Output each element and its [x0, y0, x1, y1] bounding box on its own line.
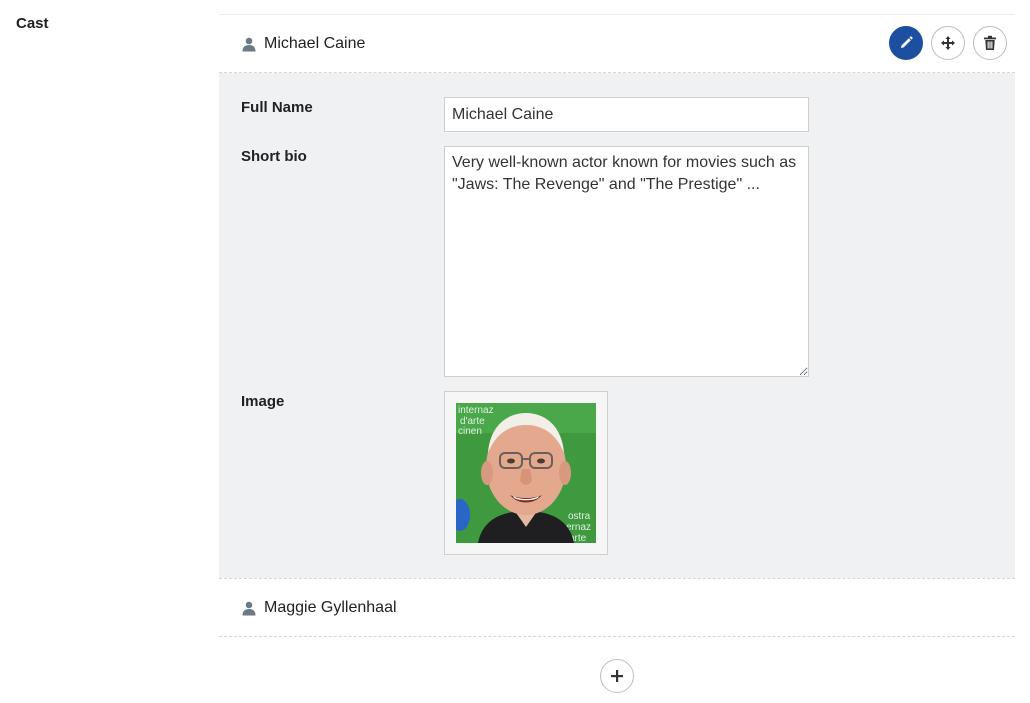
short-bio-label: Short bio: [241, 148, 307, 165]
add-cast-member-button[interactable]: [600, 659, 634, 693]
move-arrows-icon: [940, 35, 956, 51]
pencil-icon: [898, 35, 914, 51]
trash-icon: [983, 35, 997, 51]
cast-item-title: Michael Caine: [241, 35, 365, 53]
divider: [219, 636, 1015, 637]
person-icon: [241, 36, 257, 52]
cast-item-name: Maggie Gyllenhaal: [264, 598, 397, 616]
image-label: Image: [241, 393, 285, 410]
cast-section-label: Cast: [16, 15, 49, 32]
cast-item-header[interactable]: Michael Caine: [219, 15, 1015, 72]
photo-backdrop-text: ostra: [568, 511, 591, 522]
cast-item-header[interactable]: Maggie Gyllenhaal: [219, 579, 1015, 636]
full-name-input[interactable]: [444, 97, 809, 132]
edit-button[interactable]: [889, 26, 923, 60]
image-chooser[interactable]: internaz d'arte cinen ostra ernaz arte: [444, 391, 608, 555]
cast-list: Michael Caine Full Name Michael Caine Sh…: [219, 14, 1015, 637]
short-bio-textarea[interactable]: Very well-known actor known for movies s…: [444, 146, 809, 377]
person-icon: [241, 600, 257, 616]
cast-item-name: Michael Caine: [264, 34, 366, 52]
photo-backdrop-text: internaz: [458, 405, 494, 416]
cast-item-title: Maggie Gyllenhaal: [241, 599, 397, 617]
full-name-label: Full Name: [241, 99, 313, 116]
cast-item-form: Full Name Short bio Very well-known acto…: [219, 73, 1015, 578]
photo-backdrop-text: cinen: [458, 426, 482, 437]
item-actions: [889, 26, 1007, 60]
plus-icon: [610, 669, 624, 683]
move-button[interactable]: [931, 26, 965, 60]
actor-photo: internaz d'arte cinen ostra ernaz arte: [456, 403, 596, 543]
delete-button[interactable]: [973, 26, 1007, 60]
